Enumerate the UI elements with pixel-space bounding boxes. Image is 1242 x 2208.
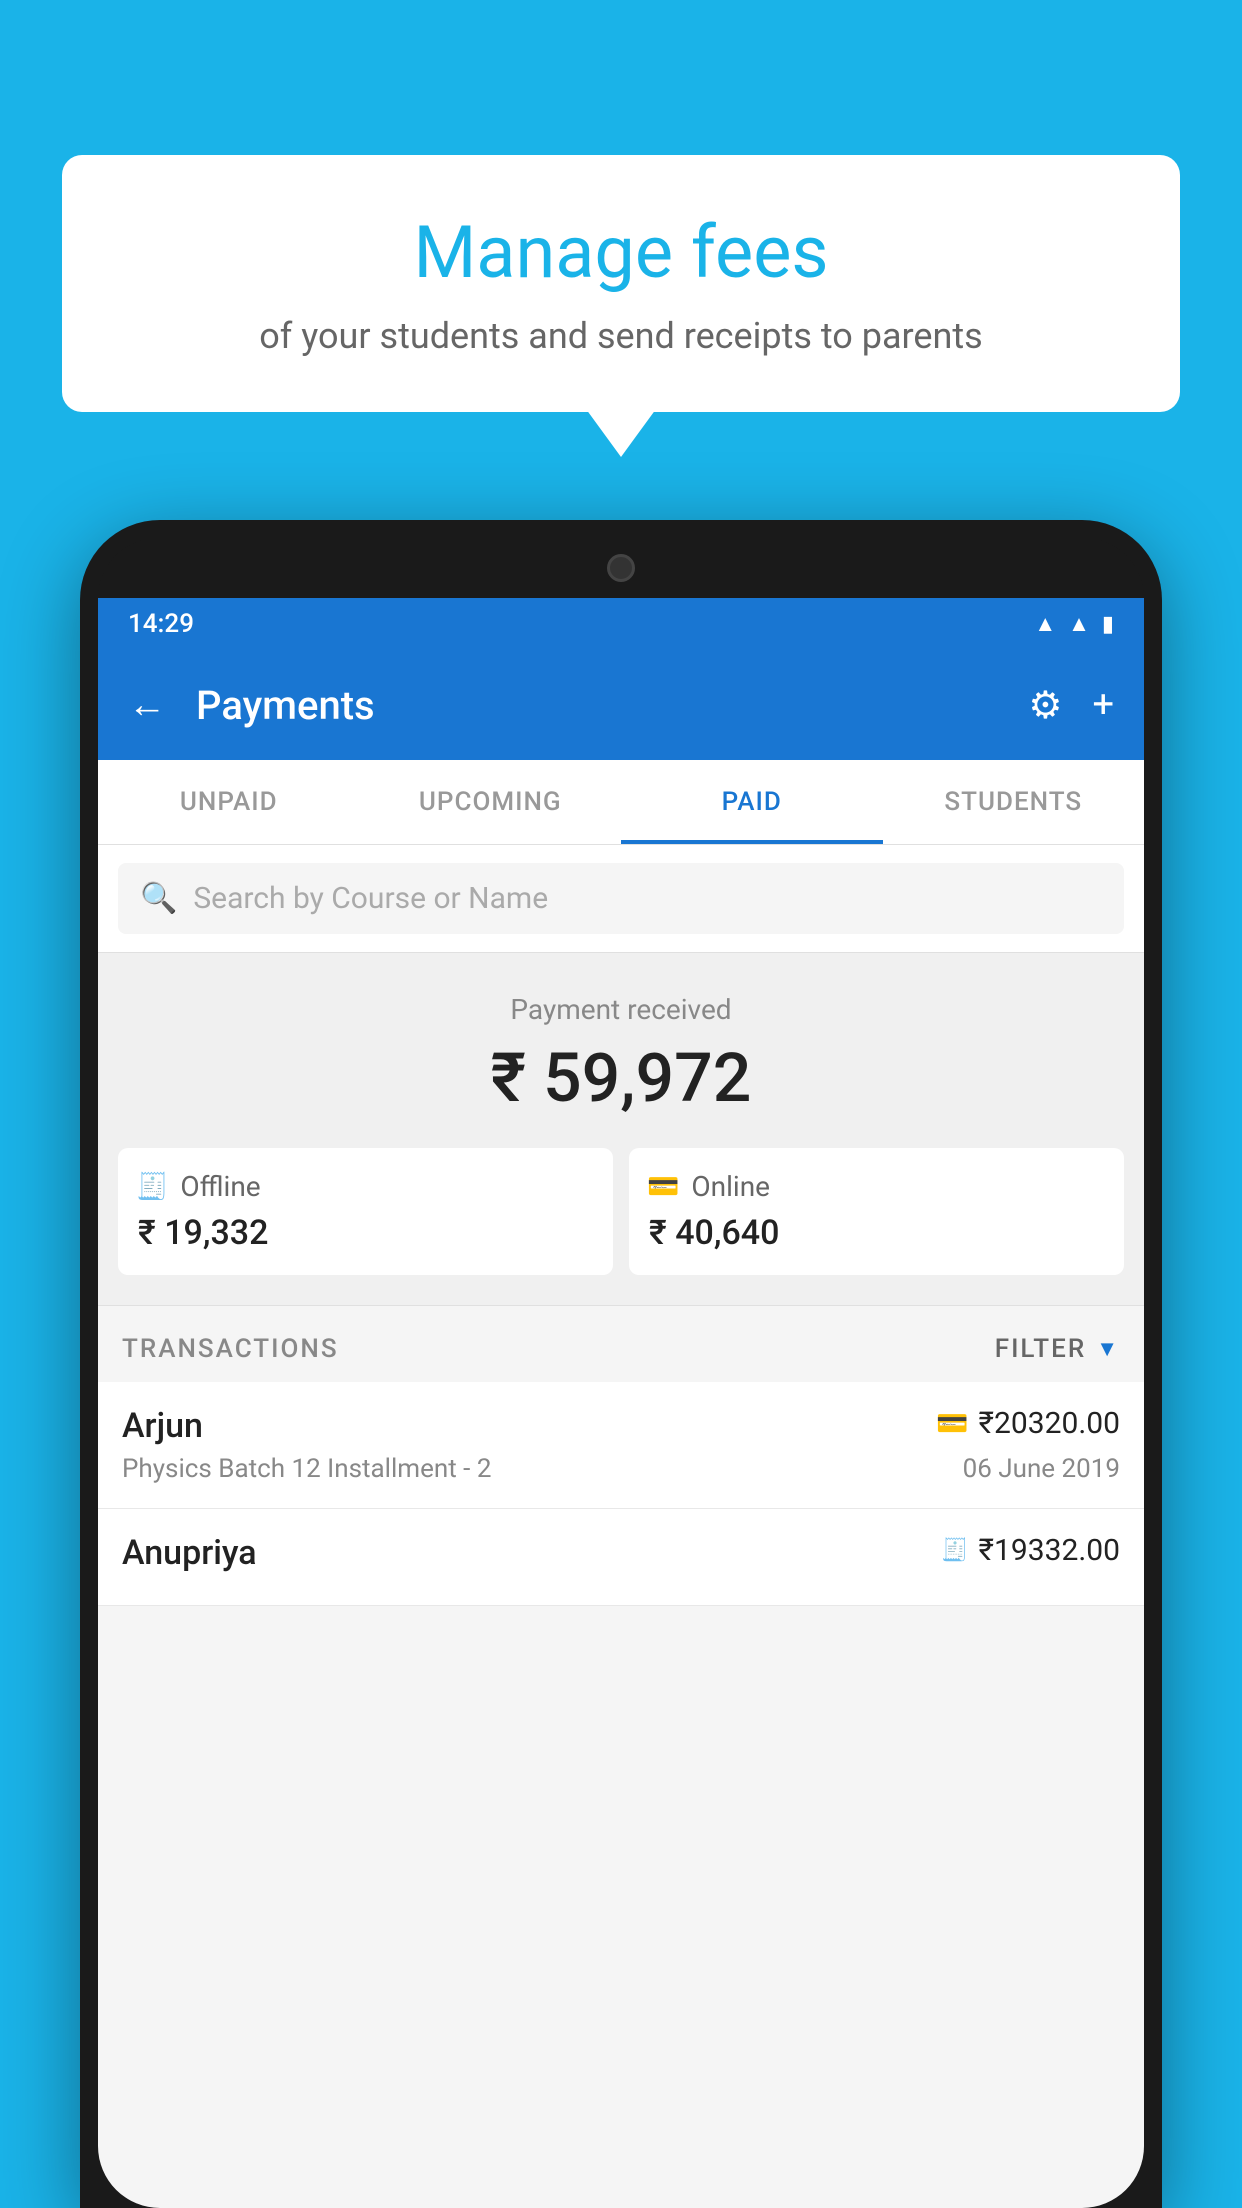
- add-button[interactable]: +: [1092, 683, 1114, 727]
- status-bar: 14:29 ▲ ▲ ▮: [98, 598, 1144, 650]
- transaction-main-anupriya: Anupriya 🧾 ₹19332.00: [122, 1533, 1120, 1573]
- back-button[interactable]: ←: [128, 683, 166, 727]
- online-card: 💳 Online ₹ 40,640: [629, 1148, 1124, 1275]
- tab-students[interactable]: STUDENTS: [883, 760, 1145, 844]
- signal-icon: ▲: [1068, 611, 1090, 637]
- rupee-payment-icon-anupriya: 🧾: [941, 1538, 968, 1563]
- offline-label: Offline: [180, 1170, 260, 1203]
- offline-icon: 🧾: [136, 1172, 168, 1202]
- app-bar-title: Payments: [196, 682, 1008, 729]
- tab-unpaid[interactable]: UNPAID: [98, 760, 360, 844]
- bubble-subtitle: of your students and send receipts to pa…: [122, 315, 1120, 357]
- tabs-bar: UNPAID UPCOMING PAID STUDENTS: [98, 760, 1144, 845]
- speech-bubble-container: Manage fees of your students and send re…: [62, 155, 1180, 412]
- transactions-header: TRANSACTIONS FILTER ▼: [98, 1306, 1144, 1382]
- online-amount: ₹ 40,640: [649, 1213, 779, 1253]
- transaction-main-arjun: Arjun 💳 ₹20320.00: [122, 1406, 1120, 1446]
- filter-button[interactable]: FILTER ▼: [995, 1334, 1120, 1364]
- search-icon: 🔍: [140, 881, 177, 916]
- payment-received-label: Payment received: [98, 993, 1144, 1026]
- offline-card: 🧾 Offline ₹ 19,332: [118, 1148, 613, 1275]
- camera-notch: [607, 554, 635, 582]
- transaction-sub-arjun: Physics Batch 12 Installment - 2 06 June…: [122, 1454, 1120, 1484]
- bubble-title: Manage fees: [122, 210, 1120, 295]
- transaction-amount-wrap-anupriya: 🧾 ₹19332.00: [941, 1533, 1120, 1568]
- settings-icon[interactable]: ⚙: [1028, 683, 1062, 728]
- filter-icon: ▼: [1096, 1336, 1120, 1362]
- phone-frame: 14:29 ▲ ▲ ▮ ← Payments ⚙ + UNPAID UPCOMI…: [80, 520, 1162, 2208]
- battery-icon: ▮: [1102, 612, 1114, 637]
- transaction-name-arjun: Arjun: [122, 1406, 203, 1446]
- app-bar-icons: ⚙ +: [1028, 683, 1114, 728]
- search-input[interactable]: Search by Course or Name: [193, 881, 548, 916]
- transaction-name-anupriya: Anupriya: [122, 1533, 257, 1573]
- transaction-amount-arjun: ₹20320.00: [979, 1406, 1120, 1441]
- wifi-icon: ▲: [1034, 611, 1056, 637]
- transaction-row-anupriya[interactable]: Anupriya 🧾 ₹19332.00: [98, 1509, 1144, 1606]
- transactions-label: TRANSACTIONS: [122, 1334, 339, 1364]
- transaction-date-arjun: 06 June 2019: [963, 1454, 1120, 1484]
- payment-summary: Payment received ₹ 59,972 🧾 Offline ₹ 19…: [98, 953, 1144, 1306]
- transaction-amount-wrap-arjun: 💳 ₹20320.00: [936, 1406, 1120, 1441]
- speech-bubble: Manage fees of your students and send re…: [62, 155, 1180, 412]
- online-card-header: 💳 Online: [647, 1170, 770, 1203]
- app-bar: ← Payments ⚙ +: [98, 650, 1144, 760]
- filter-label: FILTER: [995, 1334, 1086, 1364]
- online-label: Online: [691, 1170, 770, 1203]
- offline-card-header: 🧾 Offline: [136, 1170, 261, 1203]
- search-container: 🔍 Search by Course or Name: [98, 845, 1144, 953]
- phone-screen: ← Payments ⚙ + UNPAID UPCOMING PAID STUD…: [98, 650, 1144, 2208]
- phone-top-bar: [98, 538, 1144, 598]
- status-icons: ▲ ▲ ▮: [1034, 611, 1114, 637]
- tab-paid[interactable]: PAID: [621, 760, 883, 844]
- payment-total-amount: ₹ 59,972: [98, 1038, 1144, 1118]
- status-time: 14:29: [128, 609, 194, 639]
- online-icon: 💳: [647, 1172, 679, 1202]
- card-payment-icon-arjun: 💳: [936, 1409, 968, 1439]
- search-box[interactable]: 🔍 Search by Course or Name: [118, 863, 1124, 934]
- transaction-row[interactable]: Arjun 💳 ₹20320.00 Physics Batch 12 Insta…: [98, 1382, 1144, 1509]
- tab-upcoming[interactable]: UPCOMING: [360, 760, 622, 844]
- transaction-course-arjun: Physics Batch 12 Installment - 2: [122, 1454, 491, 1484]
- offline-amount: ₹ 19,332: [138, 1213, 268, 1253]
- transaction-amount-anupriya: ₹19332.00: [979, 1533, 1120, 1568]
- payment-cards: 🧾 Offline ₹ 19,332 💳 Online ₹ 40,640: [98, 1148, 1144, 1275]
